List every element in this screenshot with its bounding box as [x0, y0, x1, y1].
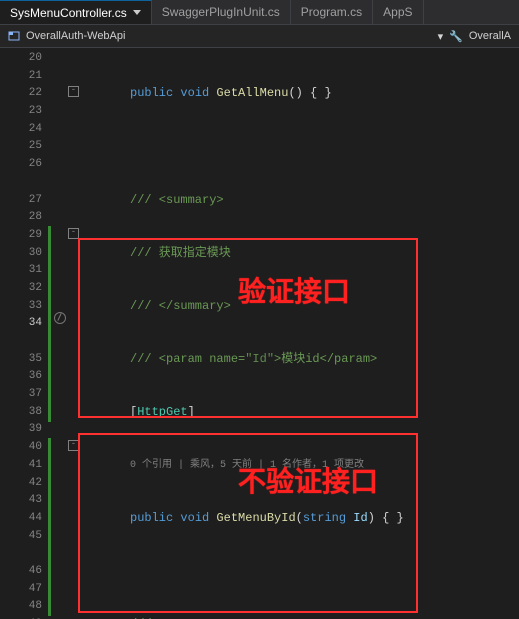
code-content[interactable]: public void GetAllMenu() { } /// <summar… — [82, 48, 519, 619]
fold-icon[interactable]: - — [68, 86, 79, 97]
breadcrumb-right[interactable]: OverallA — [469, 30, 511, 42]
fold-gutter: - - - — [68, 48, 82, 619]
breadcrumb-dropdown[interactable]: ▾ — [438, 30, 444, 43]
tab-swagger[interactable]: SwaggerPlugInUnit.cs — [152, 0, 291, 24]
pin-icon — [133, 10, 141, 15]
change-marks — [48, 48, 68, 619]
fold-icon[interactable]: - — [68, 440, 79, 451]
code-editor[interactable]: 2021222324252627282930313233343536373839… — [0, 48, 519, 619]
breadcrumb: OverallAuth-WebApi ▾ 🔧 OverallA — [0, 25, 519, 48]
screwdriver-icon[interactable] — [54, 312, 66, 324]
tab-apps[interactable]: AppS — [373, 0, 423, 24]
breadcrumb-project[interactable]: OverallAuth-WebApi — [26, 30, 125, 42]
line-number-gutter: 2021222324252627282930313233343536373839… — [0, 48, 48, 619]
tab-program[interactable]: Program.cs — [291, 0, 373, 24]
project-icon — [8, 30, 20, 42]
tab-bar: SysMenuController.cs SwaggerPlugInUnit.c… — [0, 0, 519, 25]
class-icon: 🔧 — [449, 30, 463, 43]
tab-sysmenu[interactable]: SysMenuController.cs — [0, 0, 152, 24]
fold-icon[interactable]: - — [68, 228, 79, 239]
